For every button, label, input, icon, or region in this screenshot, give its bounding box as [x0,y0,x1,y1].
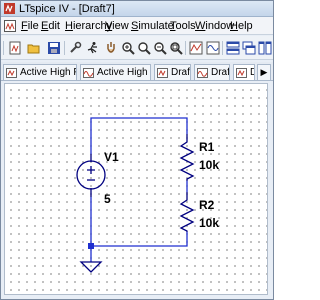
ltspice-window: LTspice IV - [Draft7] File Edit Hierarch… [0,0,274,300]
save-icon[interactable] [46,40,62,56]
waveform-tab-icon [197,67,208,78]
tab-draft4-2[interactable]: Draft4 [194,64,230,80]
waveform-icon[interactable] [205,40,221,56]
menu-simulate[interactable]: Simulate [131,20,174,32]
schematic-canvas[interactable]: V1 5 R1 10k R2 10k [4,83,268,295]
r1-name-label[interactable]: R1 [199,140,214,154]
waveform-tab-icon [83,67,94,78]
document-tab-bar: Active High Filter Active High Filter Dr… [1,62,273,81]
v1-name-label[interactable]: V1 [104,150,119,164]
wire-top [90,117,188,154]
halt-icon[interactable] [103,40,119,56]
menu-view[interactable]: View [105,20,129,32]
tab-scroll-right-button[interactable]: ▶ [257,64,271,80]
tab-label: Active High Filter [20,66,76,78]
window-title: LTspice IV - [Draft7] [19,3,115,15]
schematic-tab-icon [236,67,247,78]
r2-name-label[interactable]: R2 [199,198,214,212]
cascade-icon[interactable] [241,40,257,56]
zoom-in-icon[interactable] [120,40,136,56]
ltspice-app-icon [4,3,15,14]
tab-active-high-filter-1[interactable]: Active High Filter [3,64,77,80]
v1-value-label[interactable]: 5 [104,192,111,206]
menu-bar: File Edit Hierarchy View Simulate Tools … [1,17,273,35]
toolbar [1,36,273,60]
title-bar[interactable]: LTspice IV - [Draft7] [1,1,273,17]
tile-horizontal-icon[interactable] [225,40,241,56]
menu-window[interactable]: Window [195,20,234,32]
tab-draft7[interactable]: D [233,64,255,80]
wire-net [90,117,188,262]
pan-icon[interactable] [136,40,152,56]
zoom-out-icon[interactable] [152,40,168,56]
ground-junction-dot [88,243,94,249]
menu-file[interactable]: File [21,20,39,32]
tab-label: Draft4 [171,66,190,78]
resistor-r2-symbol [179,192,195,232]
tab-draft4-1[interactable]: Draft4 [154,64,191,80]
menu-help[interactable]: Help [230,20,253,32]
zoom-fit-icon[interactable] [168,40,184,56]
schematic-drawing [76,117,195,273]
resistor-r1-symbol [179,134,195,181]
menu-tools[interactable]: Tools [170,20,196,32]
run-icon[interactable] [85,40,101,56]
new-schematic-icon[interactable] [7,40,23,56]
schematic-document-icon[interactable] [4,20,16,32]
autorange-icon[interactable] [188,40,204,56]
r1-value-label[interactable]: 10k [199,158,219,172]
tab-active-high-filter-2[interactable]: Active High Filter [80,64,151,80]
r2-value-label[interactable]: 10k [199,216,219,230]
control-panel-icon[interactable] [67,40,83,56]
schematic-tab-icon [157,67,168,78]
ground-symbol [79,261,103,273]
tab-label: Draft4 [211,66,230,78]
tile-vertical-icon[interactable] [257,40,273,56]
tab-label: Active High Filter [97,66,150,78]
tab-label: D [250,67,254,79]
menu-edit[interactable]: Edit [41,20,60,32]
schematic-tab-icon [6,67,17,78]
open-icon[interactable] [26,40,42,56]
voltage-source-v1-symbol [76,154,106,197]
